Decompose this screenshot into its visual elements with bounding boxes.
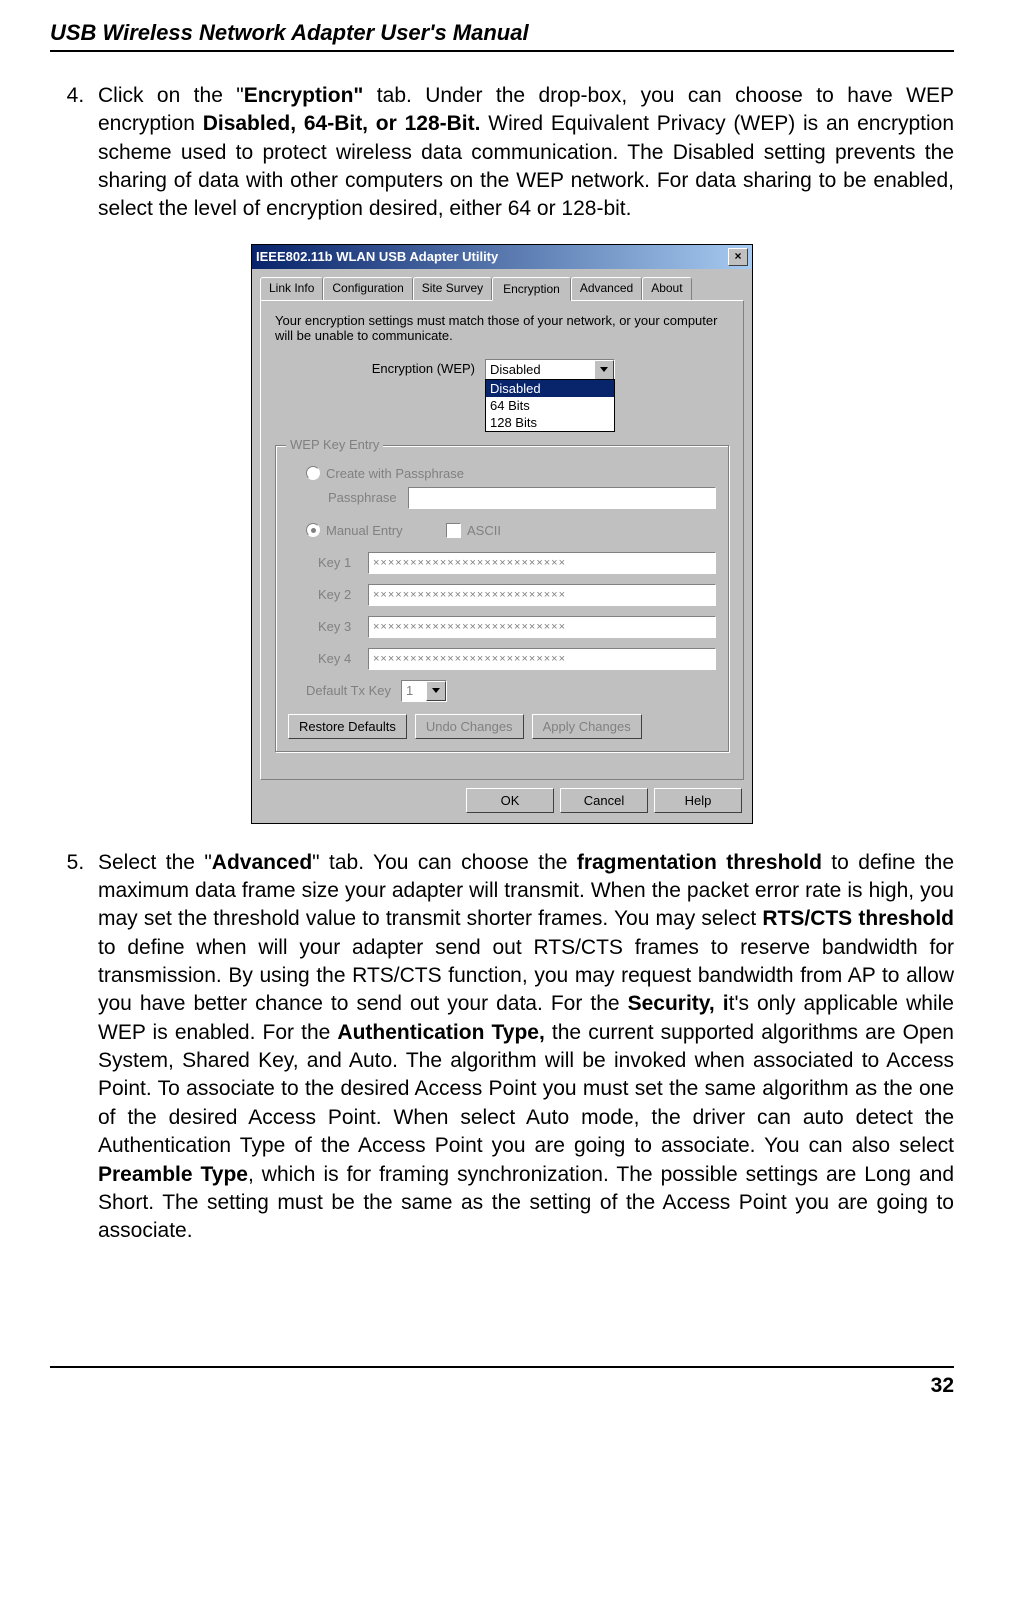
tab-advanced[interactable]: Advanced xyxy=(571,277,642,300)
text-bold: fragmentation threshold xyxy=(577,851,822,874)
radio-manual[interactable] xyxy=(306,523,320,537)
cancel-button[interactable]: Cancel xyxy=(560,788,648,813)
tab-strip: Link Info Configuration Site Survey Encr… xyxy=(252,269,752,300)
create-passphrase-label: Create with Passphrase xyxy=(326,466,464,481)
key1-input[interactable]: ×××××××××××××××××××××××××× xyxy=(368,552,716,574)
encryption-dropdown: Disabled 64 Bits 128 Bits xyxy=(485,379,615,432)
dropdown-item-disabled[interactable]: Disabled xyxy=(486,380,614,397)
text-bold: Encryption" xyxy=(244,84,364,107)
titlebar: IEEE802.11b WLAN USB Adapter Utility × xyxy=(252,245,752,269)
list-item-4: Click on the "Encryption" tab. Under the… xyxy=(90,82,954,224)
text-bold: Security, i xyxy=(628,992,729,1015)
chevron-down-icon[interactable] xyxy=(594,360,614,380)
tab-about[interactable]: About xyxy=(642,277,691,300)
key4-input[interactable]: ×××××××××××××××××××××××××× xyxy=(368,648,716,670)
default-tx-key-label: Default Tx Key xyxy=(306,683,391,698)
key2-input[interactable]: ×××××××××××××××××××××××××× xyxy=(368,584,716,606)
tab-configuration[interactable]: Configuration xyxy=(323,277,412,300)
text: Click on the " xyxy=(98,84,244,107)
restore-defaults-button[interactable]: Restore Defaults xyxy=(288,714,407,739)
manual-entry-label: Manual Entry xyxy=(326,523,446,538)
help-button[interactable]: Help xyxy=(654,788,742,813)
tab-panel: Your encryption settings must match thos… xyxy=(260,300,744,780)
encryption-value: Disabled xyxy=(490,362,541,377)
encryption-label: Encryption (WEP) xyxy=(275,359,485,376)
ascii-checkbox[interactable] xyxy=(446,523,461,538)
text-bold: Authentication Type, xyxy=(337,1021,544,1044)
close-icon[interactable]: × xyxy=(728,248,748,266)
dropdown-item-64bits[interactable]: 64 Bits xyxy=(486,397,614,414)
radio-passphrase[interactable] xyxy=(306,466,320,480)
apply-changes-button[interactable]: Apply Changes xyxy=(532,714,642,739)
page-number: 32 xyxy=(50,1366,954,1398)
passphrase-input[interactable] xyxy=(408,487,716,509)
key3-label: Key 3 xyxy=(318,619,368,634)
text: " tab. You can choose the xyxy=(312,851,577,874)
key4-label: Key 4 xyxy=(318,651,368,666)
encryption-combo[interactable]: Disabled Disabled 64 Bits 128 Bits xyxy=(485,359,615,381)
list-item-5: Select the "Advanced" tab. You can choos… xyxy=(90,849,954,1246)
ok-button[interactable]: OK xyxy=(466,788,554,813)
undo-changes-button[interactable]: Undo Changes xyxy=(415,714,524,739)
ascii-label: ASCII xyxy=(467,523,501,538)
panel-description: Your encryption settings must match thos… xyxy=(275,313,729,343)
text-bold: RTS/CTS threshold xyxy=(762,907,954,930)
tab-site-survey[interactable]: Site Survey xyxy=(413,277,492,300)
text-bold: Preamble Type xyxy=(98,1163,248,1186)
chevron-down-icon[interactable] xyxy=(426,681,446,701)
dialog-title: IEEE802.11b WLAN USB Adapter Utility xyxy=(256,249,498,264)
dropdown-item-128bits[interactable]: 128 Bits xyxy=(486,414,614,431)
default-tx-key-value: 1 xyxy=(406,683,413,698)
key1-label: Key 1 xyxy=(318,555,368,570)
text-bold: Disabled, 64-Bit, or 128-Bit. xyxy=(203,112,481,135)
group-title: WEP Key Entry xyxy=(286,437,383,452)
passphrase-label: Passphrase xyxy=(328,490,408,505)
wep-key-entry-group: WEP Key Entry Create with Passphrase Pas… xyxy=(275,445,729,752)
text-bold: Advanced xyxy=(212,851,312,874)
text: Select the " xyxy=(98,851,212,874)
tab-link-info[interactable]: Link Info xyxy=(260,277,323,300)
tab-encryption[interactable]: Encryption xyxy=(492,277,571,301)
wlan-utility-dialog: IEEE802.11b WLAN USB Adapter Utility × L… xyxy=(251,244,753,824)
default-tx-key-combo[interactable]: 1 xyxy=(401,680,447,702)
key3-input[interactable]: ×××××××××××××××××××××××××× xyxy=(368,616,716,638)
key2-label: Key 2 xyxy=(318,587,368,602)
page-header: USB Wireless Network Adapter User's Manu… xyxy=(50,20,954,52)
